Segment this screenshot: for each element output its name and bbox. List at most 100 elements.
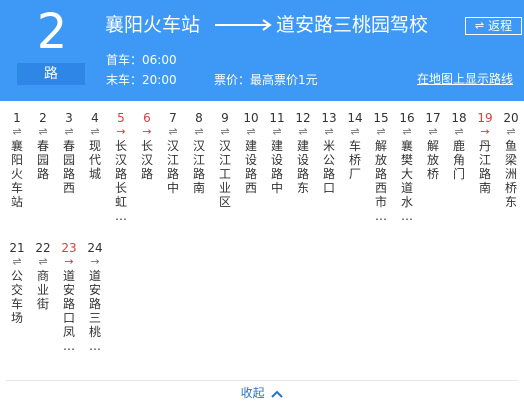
one-way-arrow-icon: → (90, 255, 100, 268)
fare-info: 票价：最高票价1元 (214, 73, 318, 87)
stop-item[interactable]: 8 ⇌ 汉江路南 (186, 111, 212, 196)
stop-name: 现代城 (88, 139, 101, 181)
stop-item[interactable]: 12 ⇌ 建设路东 (290, 111, 316, 196)
two-way-arrow-icon: ⇌ (506, 125, 516, 138)
two-way-arrow-icon: ⇌ (220, 125, 230, 138)
two-way-arrow-icon: ⇌ (38, 255, 48, 268)
stop-name: 春园路 (36, 139, 49, 181)
one-way-arrow-icon: → (116, 125, 126, 138)
stop-item[interactable]: 2 ⇌ 春园路 (30, 111, 56, 182)
stop-name: 汉江工业区 (218, 139, 231, 209)
stop-name: 长汉路长虹… (114, 139, 127, 223)
two-way-arrow-icon: ⇌ (38, 125, 48, 138)
stop-item[interactable]: 10 ⇌ 建设路西 (238, 111, 264, 196)
route-unit-label: 路 (17, 63, 85, 85)
stop-number: 24 (87, 241, 103, 255)
one-way-arrow-icon: → (64, 255, 74, 268)
stop-name: 公交车场 (10, 269, 23, 325)
two-way-arrow-icon: ⇌ (168, 125, 178, 138)
stop-name: 道安路口凤… (62, 269, 75, 353)
stop-name: 道安路三桃… (88, 269, 101, 353)
last-bus-time: 末车：20:00 (106, 73, 177, 87)
stop-item[interactable]: 11 ⇌ 建设路中 (264, 111, 290, 196)
stop-name: 建设路东 (296, 139, 309, 195)
stop-item[interactable]: 21 ⇌ 公交车场 (4, 241, 30, 326)
two-way-arrow-icon: ⇌ (402, 125, 412, 138)
two-way-arrow-icon: ⇌ (272, 125, 282, 138)
stop-number: 14 (347, 111, 363, 125)
stop-number: 10 (243, 111, 259, 125)
stop-name: 车桥厂 (348, 139, 361, 181)
stop-number: 4 (91, 111, 99, 125)
stop-number: 7 (169, 111, 177, 125)
stop-number: 3 (65, 111, 73, 125)
two-way-arrow-icon: ⇌ (12, 125, 22, 138)
stop-name: 长汉路 (140, 139, 153, 181)
stop-item[interactable]: 23 → 道安路口凤… (56, 242, 82, 354)
stop-name: 春园路西 (62, 139, 75, 195)
chevron-up-icon (271, 390, 284, 398)
stop-item[interactable]: 5 → 长汉路长虹… (108, 111, 134, 224)
one-way-arrow-icon: → (142, 125, 152, 138)
stop-item[interactable]: 9 ⇌ 汉江工业区 (212, 111, 238, 210)
swap-icon: ⇌ (474, 19, 485, 32)
stop-number: 21 (9, 241, 25, 255)
stop-number: 5 (117, 111, 125, 125)
two-way-arrow-icon: ⇌ (194, 125, 204, 138)
stop-item[interactable]: 3 ⇌ 春园路西 (56, 111, 82, 196)
stop-name: 商业街 (36, 269, 49, 311)
stop-item[interactable]: 14 ⇌ 车桥厂 (342, 111, 368, 182)
one-way-arrow-icon: → (480, 125, 490, 138)
route-origin: 襄阳火车站 (105, 14, 201, 36)
stop-number: 17 (425, 111, 441, 125)
two-way-arrow-icon: ⇌ (12, 255, 22, 268)
show-route-on-map-link[interactable]: 在地图上显示路线 (417, 71, 513, 87)
stop-number: 2 (39, 111, 47, 125)
stop-item[interactable]: 24 → 道安路三桃… (82, 241, 108, 354)
stop-number: 8 (195, 111, 203, 125)
stop-item[interactable]: 20 ⇌ 鱼梁洲桥东 (498, 111, 524, 210)
stop-item[interactable]: 6 → 长汉路 (134, 111, 160, 182)
stop-name: 解放路西市… (374, 139, 387, 223)
stop-number: 9 (221, 111, 229, 125)
bus-route-panel: 2 路 襄阳火车站 道安路三桃园驾校 ⇌ 返程 首车：06:00 末车：20:0… (0, 0, 524, 405)
stop-name: 鱼梁洲桥东 (504, 139, 517, 209)
return-button[interactable]: ⇌ 返程 (465, 17, 522, 35)
stop-number: 18 (451, 111, 467, 125)
stop-number: 12 (295, 111, 311, 125)
two-way-arrow-icon: ⇌ (350, 125, 360, 138)
stop-item[interactable]: 17 ⇌ 解放桥 (420, 111, 446, 182)
collapse-label: 收起 (240, 386, 265, 400)
stop-item[interactable]: 16 ⇌ 襄樊大道水… (394, 112, 420, 224)
stop-name: 汉江路南 (192, 139, 205, 195)
return-button-label: 返程 (488, 19, 513, 33)
route-header: 2 路 襄阳火车站 道安路三桃园驾校 ⇌ 返程 首车：06:00 末车：20:0… (0, 0, 524, 101)
stop-name: 襄樊大道水… (400, 139, 413, 223)
stop-item[interactable]: 7 ⇌ 汉江路中 (160, 111, 186, 196)
stop-item[interactable]: 4 ⇌ 现代城 (82, 111, 108, 182)
stop-number: 22 (35, 241, 51, 255)
stop-item[interactable]: 22 ⇌ 商业街 (30, 241, 56, 312)
route-direction-arrow-icon (215, 19, 272, 31)
stop-item[interactable]: 19 → 丹江路南 (472, 112, 498, 196)
stop-number: 11 (269, 111, 285, 125)
stop-name: 解放桥 (426, 139, 439, 181)
route-number: 2 (36, 4, 68, 60)
stop-item[interactable]: 1 ⇌ 襄阳火车站 (4, 112, 30, 210)
stop-name: 襄阳火车站 (10, 139, 23, 209)
stop-name: 米公路口 (322, 139, 335, 195)
two-way-arrow-icon: ⇌ (324, 125, 334, 138)
stop-name: 建设路西 (244, 139, 257, 195)
two-way-arrow-icon: ⇌ (428, 125, 438, 138)
stop-item[interactable]: 15 ⇌ 解放路西市… (368, 112, 394, 224)
stop-number: 20 (503, 111, 519, 125)
stop-name: 丹江路南 (478, 139, 491, 195)
collapse-button[interactable]: 收起 (0, 385, 524, 401)
two-way-arrow-icon: ⇌ (90, 125, 100, 138)
two-way-arrow-icon: ⇌ (376, 125, 386, 138)
stop-item[interactable]: 13 ⇌ 米公路口 (316, 111, 342, 196)
stop-number: 13 (321, 111, 337, 125)
stop-number: 6 (143, 111, 151, 125)
stop-item[interactable]: 18 ⇌ 鹿角门 (446, 111, 472, 182)
route-destination: 道安路三桃园驾校 (276, 14, 429, 36)
